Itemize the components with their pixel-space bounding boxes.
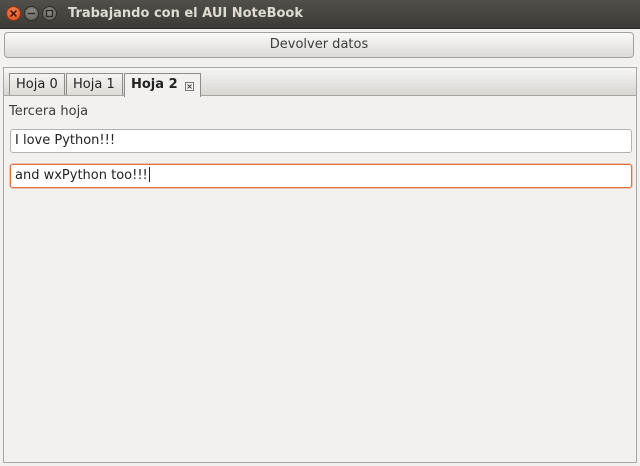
tab-label: Hoja 2 bbox=[131, 77, 178, 92]
text-input-2[interactable]: and wxPython too!!! bbox=[10, 164, 632, 188]
close-icon bbox=[10, 10, 17, 17]
tab-close-icon[interactable] bbox=[185, 82, 194, 91]
tab-hoja-2[interactable]: Hoja 2 bbox=[124, 73, 201, 97]
text-input-value: and wxPython too!!! bbox=[15, 168, 148, 183]
app-window: Trabajando con el AUI NoteBook Devolver … bbox=[0, 0, 640, 466]
window-maximize-button[interactable] bbox=[42, 6, 57, 21]
title-bar[interactable]: Trabajando con el AUI NoteBook bbox=[0, 0, 640, 29]
page-label: Tercera hoja bbox=[9, 104, 89, 119]
text-caret bbox=[148, 167, 150, 182]
tab-strip: Hoja 0 Hoja 1 Hoja 2 bbox=[3, 67, 637, 97]
devolver-datos-button[interactable]: Devolver datos bbox=[4, 32, 634, 58]
aui-notebook: Hoja 0 Hoja 1 Hoja 2 Tercera hoja I love… bbox=[3, 67, 637, 463]
text-input-value: I love Python!!! bbox=[15, 133, 116, 148]
window-minimize-button[interactable] bbox=[24, 6, 39, 21]
text-input-1[interactable]: I love Python!!! bbox=[10, 129, 632, 153]
tab-label: Hoja 1 bbox=[73, 77, 115, 92]
minimize-icon bbox=[27, 12, 36, 15]
tab-hoja-0[interactable]: Hoja 0 bbox=[9, 73, 65, 96]
tab-hoja-1[interactable]: Hoja 1 bbox=[66, 73, 123, 96]
tab-label: Hoja 0 bbox=[16, 77, 58, 92]
tab-page-hoja-2: Tercera hoja I love Python!!! and wxPyth… bbox=[3, 95, 637, 463]
maximize-icon bbox=[45, 9, 54, 18]
window-title: Trabajando con el AUI NoteBook bbox=[68, 6, 304, 21]
window-close-button[interactable] bbox=[6, 6, 21, 21]
